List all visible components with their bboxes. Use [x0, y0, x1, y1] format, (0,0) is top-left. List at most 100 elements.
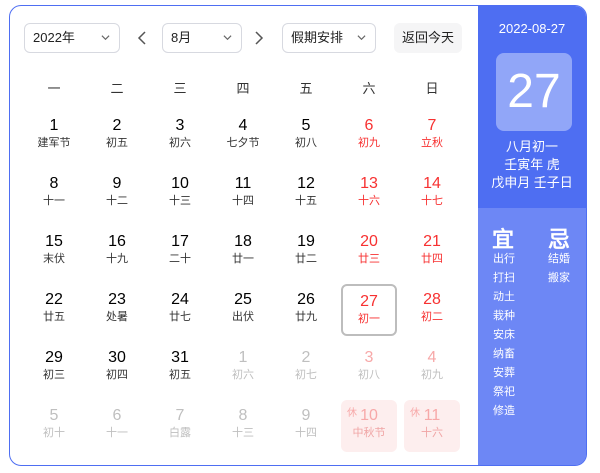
rest-day-badge: 休	[410, 408, 420, 419]
day-cell[interactable]: 31 初五	[152, 342, 208, 394]
lunar-date: 十七	[421, 195, 443, 207]
year-select-value: 2022年	[33, 30, 75, 45]
day-number: 20	[360, 233, 378, 250]
yi-item: 安床	[493, 329, 515, 341]
day-cell[interactable]: 11 十四	[215, 168, 271, 220]
day-number: 10	[171, 175, 189, 192]
day-number: 26	[297, 291, 315, 308]
yi-item: 祭祀	[493, 386, 515, 398]
day-number: 3	[175, 117, 185, 134]
lunar-date: 十三	[169, 195, 191, 207]
next-month-icon[interactable]	[252, 30, 266, 46]
day-cell[interactable]: 18 廿一	[215, 226, 271, 278]
lunar-date: 十一	[43, 195, 65, 207]
day-cell[interactable]: 4 七夕节	[215, 110, 271, 162]
yi-item: 动土	[493, 291, 515, 303]
day-cell[interactable]: 26 廿九	[278, 284, 334, 336]
day-cell[interactable]: 5 初十	[26, 400, 82, 452]
day-cell[interactable]: 8 十三	[215, 400, 271, 452]
rest-day-badge: 休	[347, 408, 357, 419]
day-cell[interactable]: 9 十二	[89, 168, 145, 220]
day-cell-today[interactable]: 27 初一	[341, 284, 397, 336]
month-select[interactable]: 8月	[162, 23, 242, 53]
lunar-date: 初三	[43, 369, 65, 381]
day-cell[interactable]: 6 初九	[341, 110, 397, 162]
day-number: 11	[234, 175, 252, 192]
day-cell[interactable]: 4 初九	[404, 342, 460, 394]
day-cell[interactable]: 3 初六	[152, 110, 208, 162]
lunar-date: 初六	[169, 137, 191, 149]
day-number: 9	[112, 175, 122, 192]
lunar-date: 廿二	[295, 253, 317, 265]
day-cell[interactable]: 17 二十	[152, 226, 208, 278]
day-cell[interactable]: 5 初八	[278, 110, 334, 162]
day-cell[interactable]: 2 初五	[89, 110, 145, 162]
lunar-date: 十三	[232, 427, 254, 439]
day-number: 1	[49, 117, 59, 134]
day-cell[interactable]: 29 初三	[26, 342, 82, 394]
day-cell[interactable]: 9 十四	[278, 400, 334, 452]
day-number: 8	[49, 175, 59, 192]
holiday-select-value: 假期安排	[291, 30, 344, 45]
lunar-date: 建军节	[37, 137, 71, 149]
lunar-date: 十六	[421, 427, 443, 439]
lunar-date: 廿四	[421, 253, 443, 265]
day-number: 6	[364, 117, 374, 134]
lunar-month-day: 八月初一	[505, 139, 558, 154]
back-to-today-button[interactable]: 返回今天	[394, 23, 462, 53]
day-detail-panel: 2022-08-27 27 八月初一 壬寅年 虎 戊申月 壬子日 宜 忌 出行打…	[478, 6, 586, 465]
day-number: 21	[423, 233, 441, 250]
day-cell[interactable]: 8 十一	[26, 168, 82, 220]
month-select-value: 8月	[171, 30, 192, 45]
day-cell[interactable]: 2 初七	[278, 342, 334, 394]
lunar-date: 廿九	[295, 311, 317, 323]
day-cell[interactable]: 6 十一	[89, 400, 145, 452]
lunar-date: 初九	[358, 137, 380, 149]
day-number: 3	[364, 349, 374, 366]
day-cell[interactable]: 20 廿三	[341, 226, 397, 278]
chevron-down-icon	[101, 35, 110, 41]
selected-day-number: 27	[496, 53, 572, 131]
day-number: 31	[171, 349, 189, 366]
day-cell[interactable]: 3 初八	[341, 342, 397, 394]
year-select[interactable]: 2022年	[24, 23, 120, 53]
prev-month-icon[interactable]	[135, 30, 149, 46]
lunar-date: 初四	[106, 369, 128, 381]
day-number: 13	[360, 175, 378, 192]
calendar-toolbar: 2022年 8月 假期安排 返回今天	[24, 23, 470, 53]
lunar-date: 出伏	[232, 311, 254, 323]
lunar-date: 初九	[421, 369, 443, 381]
lunar-date: 初二	[421, 311, 443, 323]
day-cell[interactable]: 16 十九	[89, 226, 145, 278]
day-cell[interactable]: 13 十六	[341, 168, 397, 220]
day-number: 7	[427, 117, 437, 134]
weekday-label: 四	[236, 81, 250, 96]
day-cell[interactable]: 23 处暑	[89, 284, 145, 336]
day-number: 25	[234, 291, 252, 308]
day-number: 2	[112, 117, 122, 134]
day-cell[interactable]: 7 立秋	[404, 110, 460, 162]
day-cell[interactable]: 28 初二	[404, 284, 460, 336]
lunar-date: 廿七	[169, 311, 191, 323]
day-cell[interactable]: 1 初六	[215, 342, 271, 394]
day-cell[interactable]: 21 廿四	[404, 226, 460, 278]
day-cell[interactable]: 30 初四	[89, 342, 145, 394]
day-cell[interactable]: 1 建军节	[26, 110, 82, 162]
chevron-down-icon	[223, 35, 232, 41]
day-cell[interactable]: 14 十七	[404, 168, 460, 220]
lunar-date: 初五	[106, 137, 128, 149]
day-cell[interactable]: 休 11 十六	[404, 400, 460, 452]
holiday-select[interactable]: 假期安排	[282, 23, 376, 53]
day-cell[interactable]: 休 10 中秋节	[341, 400, 397, 452]
day-cell[interactable]: 19 廿二	[278, 226, 334, 278]
ji-list: 结婚 搬家	[548, 250, 570, 288]
day-cell[interactable]: 15 末伏	[26, 226, 82, 278]
day-cell[interactable]: 25 出伏	[215, 284, 271, 336]
day-cell[interactable]: 24 廿七	[152, 284, 208, 336]
day-cell[interactable]: 12 十五	[278, 168, 334, 220]
day-cell[interactable]: 10 十三	[152, 168, 208, 220]
lunar-date: 初八	[358, 369, 380, 381]
day-cell[interactable]: 22 廿五	[26, 284, 82, 336]
lunar-date: 初六	[232, 369, 254, 381]
day-cell[interactable]: 7 白露	[152, 400, 208, 452]
